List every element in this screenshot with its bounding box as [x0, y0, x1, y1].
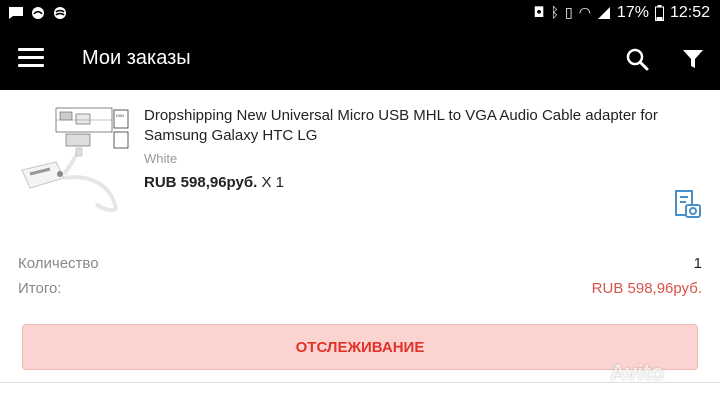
quantity-label: Количество — [18, 255, 99, 272]
quantity-row: Количество 1 — [18, 255, 702, 272]
cloud-icon — [32, 7, 44, 19]
diagram-label: DWI — [116, 113, 124, 118]
menu-icon[interactable] — [18, 48, 44, 72]
battery-percent: 17% — [616, 4, 649, 21]
order-card: DWI Dropshipping New Universal Micro USB… — [0, 90, 720, 405]
product-quantity: X 1 — [261, 174, 284, 191]
search-icon[interactable] — [624, 46, 652, 74]
total-row: Итого: RUB 598,96руб. — [18, 280, 702, 297]
page-title: Мои заказы — [82, 47, 191, 69]
total-value: RUB 598,96руб. — [591, 280, 702, 297]
wifi-icon: ◠ — [578, 5, 591, 21]
battery-icon — [654, 5, 664, 21]
product-variant: White — [144, 151, 178, 166]
filter-icon[interactable] — [681, 48, 705, 72]
total-label: Итого: — [18, 280, 62, 297]
app-bar: Мои заказы — [0, 30, 720, 90]
track-button[interactable]: ОТСЛЕЖИВАНИЕ — [22, 324, 698, 370]
clock: 12:52 — [669, 4, 710, 21]
battery-saver-icon: ◘ — [533, 5, 545, 21]
product-image[interactable]: DWI — [20, 104, 132, 216]
product-price-line: RUB 598,96руб. X 1 — [144, 174, 284, 191]
signal-icon — [597, 7, 610, 19]
status-bar: ◘ ᛒ ▯ ◠ 17% 12:52 — [0, 0, 720, 30]
cloud-icon — [54, 7, 66, 19]
avito-watermark: Avito — [610, 360, 665, 385]
chat-icon — [9, 7, 23, 19]
bluetooth-icon: ᛒ — [550, 5, 559, 21]
receipt-icon[interactable] — [672, 188, 702, 220]
quantity-value: 1 — [693, 255, 702, 272]
vibrate-icon: ▯ — [564, 5, 573, 21]
product-price: RUB 598,96руб. — [144, 174, 258, 191]
product-title[interactable]: Dropshipping New Universal Micro USB MHL… — [144, 106, 704, 146]
status-notifications — [8, 6, 68, 20]
status-system: ◘ ᛒ ▯ ◠ 17% 12:52 — [533, 4, 710, 22]
